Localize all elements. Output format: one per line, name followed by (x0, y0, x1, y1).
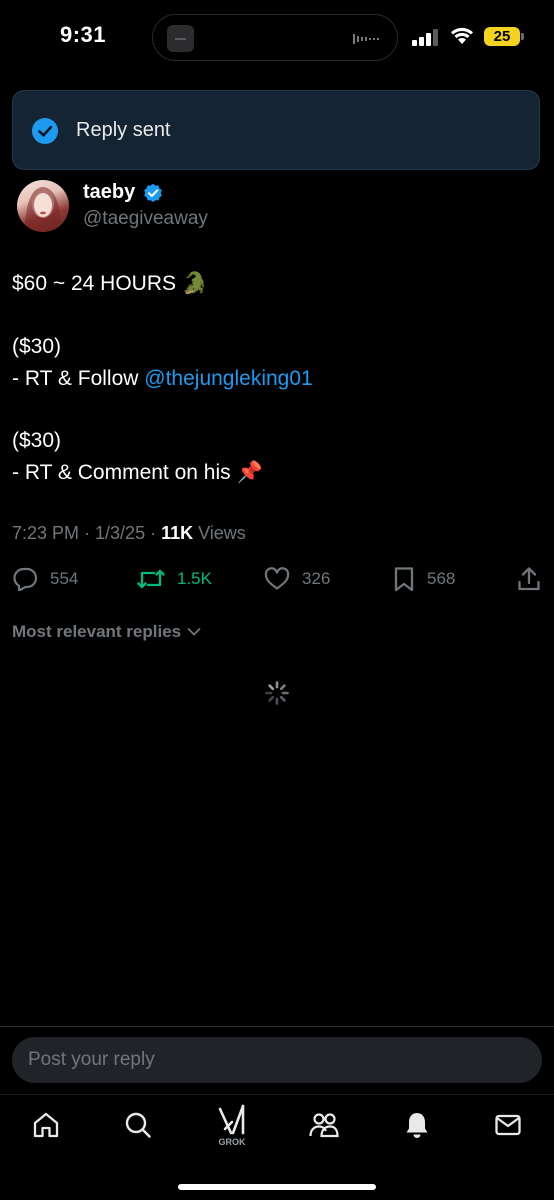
reply-icon (13, 567, 38, 591)
composer-divider (0, 1026, 554, 1027)
home-indicator[interactable] (178, 1184, 376, 1190)
battery-indicator: 25 (484, 27, 520, 46)
share-button[interactable] (517, 566, 541, 592)
tab-communities[interactable] (307, 1108, 341, 1142)
home-icon (33, 1112, 59, 1138)
replies-sort-label: Most relevant replies (12, 622, 182, 641)
chevron-down-icon (187, 628, 201, 636)
tabbar-divider (0, 1094, 554, 1095)
status-time: 9:31 (60, 22, 107, 47)
checkmark-icon (32, 118, 58, 144)
battery-tip (521, 33, 524, 40)
tab-grok[interactable] (215, 1102, 249, 1136)
cellular-signal-icon (412, 29, 438, 46)
post-text-line: $60 ~ 24 HOURS 🐊 (12, 272, 208, 295)
like-count: 326 (302, 569, 331, 588)
wifi-icon (451, 27, 473, 44)
repost-count: 1.5K (177, 569, 212, 588)
tab-messages[interactable] (491, 1108, 525, 1142)
dynamic-island (152, 14, 398, 61)
loading-spinner-icon (265, 681, 289, 705)
post-text-line: ($30) (12, 335, 62, 358)
reply-sent-toast: Reply sent (12, 90, 540, 170)
heart-icon (264, 567, 290, 590)
avatar[interactable] (17, 180, 69, 232)
views-label: Views (193, 523, 246, 543)
mail-icon (495, 1114, 521, 1136)
bell-icon (406, 1113, 428, 1138)
reply-input[interactable]: Post your reply (12, 1037, 542, 1083)
post-text: - RT & Follow (12, 367, 145, 390)
tab-search[interactable] (121, 1108, 155, 1142)
replies-sort-dropdown[interactable]: Most relevant replies (12, 622, 201, 642)
communities-icon (309, 1113, 339, 1138)
post-text-line: - RT & Follow @thejungleking01 (12, 367, 313, 391)
verified-badge-icon (144, 183, 162, 202)
like-button[interactable]: 326 (264, 566, 330, 592)
app-icon (167, 25, 194, 52)
post-text-line: ($30) (12, 429, 62, 452)
grok-icon (218, 1104, 245, 1135)
post-text-line: - RT & Comment on his 📌 (12, 461, 263, 484)
bookmark-count: 568 (427, 569, 456, 588)
post-meta: 7:23 PM · 1/3/25 · 11K Views (12, 523, 246, 544)
grok-label: GROK (218, 1137, 246, 1147)
share-icon (518, 567, 540, 591)
views-count: 11K (161, 523, 194, 543)
reply-count: 554 (50, 569, 79, 588)
author-handle[interactable]: @taegiveaway (83, 208, 208, 230)
mention-link[interactable]: @thejungleking01 (144, 367, 312, 390)
search-icon (125, 1112, 151, 1138)
reply-placeholder: Post your reply (28, 1049, 155, 1070)
audio-wave-icon (353, 34, 379, 44)
repost-button[interactable]: 1.5K (137, 566, 212, 592)
bookmark-button[interactable]: 568 (393, 566, 455, 592)
reply-button[interactable]: 554 (12, 566, 78, 592)
bookmark-icon (394, 567, 414, 592)
toast-message: Reply sent (76, 119, 171, 141)
tab-home[interactable] (29, 1108, 63, 1142)
tab-notifications[interactable] (400, 1108, 434, 1142)
repost-icon (137, 569, 165, 589)
post-timestamp[interactable]: 7:23 PM · 1/3/25 · (12, 523, 161, 543)
author-name[interactable]: taeby (83, 181, 135, 204)
